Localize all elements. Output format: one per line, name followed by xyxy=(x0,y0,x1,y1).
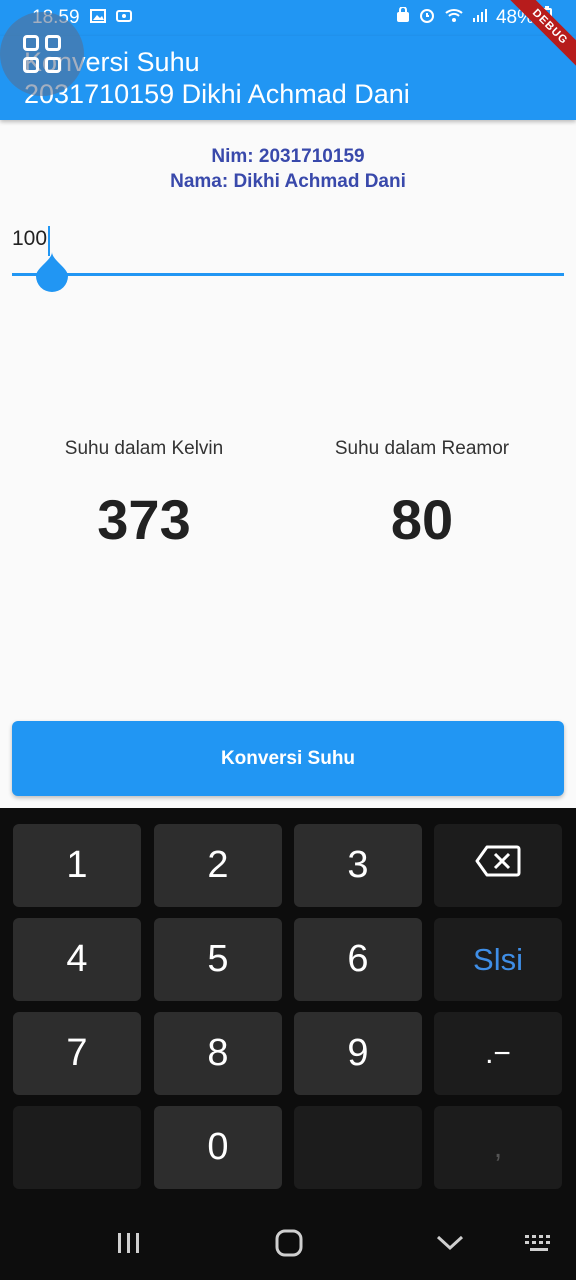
signal-icon xyxy=(472,7,488,29)
backspace-icon xyxy=(475,844,521,887)
key-2[interactable]: 2 xyxy=(154,824,282,907)
key-dot-minus[interactable]: .− xyxy=(434,1012,562,1095)
text-selection-handle[interactable] xyxy=(36,252,68,292)
reamor-result: Suhu dalam Reamor 80 xyxy=(278,436,566,552)
status-bar: 18.59 48% xyxy=(0,0,576,36)
key-1[interactable]: 1 xyxy=(13,824,141,907)
reamor-value: 80 xyxy=(390,488,454,551)
celsius-input-value: 100 xyxy=(12,227,48,250)
kelvin-label: Suhu dalam Kelvin xyxy=(64,438,224,459)
key-9[interactable]: 9 xyxy=(294,1012,422,1095)
numeric-keyboard: 1 2 3 4 5 6 Slsi 7 8 9 .− 0 , xyxy=(0,808,576,1280)
floating-apps-button[interactable] xyxy=(0,12,84,96)
kelvin-result: Suhu dalam Kelvin 373 xyxy=(0,436,288,552)
celsius-input[interactable]: 100 xyxy=(12,222,564,256)
key-blank-right xyxy=(294,1106,422,1189)
key-3[interactable]: 3 xyxy=(294,824,422,907)
input-underline xyxy=(12,273,564,276)
nim-text: Nim: 2031710159 xyxy=(211,146,365,167)
app-title-line2: 2031710159 Dikhi Achmad Dani xyxy=(24,79,410,109)
key-7[interactable]: 7 xyxy=(13,1012,141,1095)
kelvin-value: 373 xyxy=(97,488,191,551)
app-bar: Konversi Suhu 2031710159 Dikhi Achmad Da… xyxy=(0,36,576,120)
key-selesai[interactable]: Slsi xyxy=(434,918,562,1001)
key-8[interactable]: 8 xyxy=(154,1012,282,1095)
key-0[interactable]: 0 xyxy=(154,1106,282,1189)
keyboard-icon[interactable] xyxy=(524,1234,556,1259)
recent-apps-icon[interactable] xyxy=(116,1231,142,1260)
key-comma[interactable]: , xyxy=(434,1106,562,1189)
nama-text: Nama: Dikhi Achmad Dani xyxy=(170,171,406,192)
student-info: Nim: 2031710159 Nama: Dikhi Achmad Dani xyxy=(0,144,576,194)
alarm-icon xyxy=(418,6,436,30)
reamor-label: Suhu dalam Reamor xyxy=(334,438,510,459)
konversi-suhu-button[interactable]: Konversi Suhu xyxy=(12,721,564,796)
home-icon[interactable] xyxy=(275,1229,303,1262)
key-5[interactable]: 5 xyxy=(154,918,282,1001)
back-icon[interactable] xyxy=(436,1234,464,1257)
video-icon xyxy=(115,9,132,27)
key-6[interactable]: 6 xyxy=(294,918,422,1001)
apps-grid-icon xyxy=(23,35,61,73)
key-4[interactable]: 4 xyxy=(13,918,141,1001)
image-icon xyxy=(89,9,106,27)
key-blank-left xyxy=(13,1106,141,1189)
wifi-icon xyxy=(444,7,464,29)
lock-icon xyxy=(396,6,410,29)
key-backspace[interactable] xyxy=(434,824,562,907)
